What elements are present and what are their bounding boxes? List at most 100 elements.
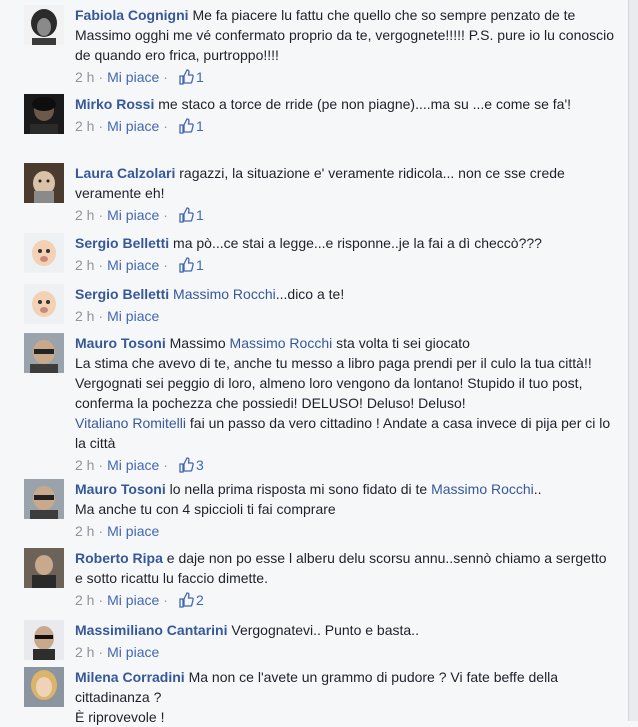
comment-time[interactable]: 2 h: [75, 642, 94, 662]
like-button[interactable]: Mi piace: [107, 642, 159, 662]
separator: ·: [98, 118, 104, 134]
mention-link[interactable]: Vitaliano Romitelli: [75, 415, 186, 431]
avatar[interactable]: [24, 163, 64, 203]
comment-time[interactable]: 2 h: [75, 455, 94, 475]
like-button[interactable]: Mi piace: [107, 306, 159, 326]
like-button[interactable]: Mi piace: [107, 590, 159, 610]
separator: ·: [98, 308, 104, 324]
avatar[interactable]: [24, 5, 64, 45]
comment-body: Laura Calzolari ragazzi, la situazione e…: [75, 163, 615, 225]
comment-meta: 2 h · Mi piace: [75, 521, 615, 541]
comment-body: Mauro Tosoni lo nella prima risposta mi …: [75, 479, 615, 541]
comment-body: Sergio Belletti ma pò...ce stai a legge.…: [75, 233, 615, 275]
like-count-value: 1: [195, 118, 204, 134]
like-count-value: 1: [195, 257, 204, 273]
separator: ·: [163, 207, 168, 223]
comment-body: Roberto Ripa e daje non po esse l alberu…: [75, 548, 615, 610]
like-count[interactable]: 1: [178, 205, 204, 225]
avatar[interactable]: [24, 667, 64, 707]
avatar[interactable]: [24, 333, 64, 373]
like-count-value: 2: [195, 592, 204, 608]
comment-time[interactable]: 2 h: [75, 590, 94, 610]
scrollbar-track[interactable]: [629, 0, 638, 721]
like-button[interactable]: Mi piace: [107, 205, 159, 225]
separator: ·: [98, 592, 104, 608]
comment-text: sta volta ti sei giocato: [336, 335, 470, 351]
comment-time[interactable]: 2 h: [75, 67, 94, 87]
comment-text-paragraph: Ma anche tu con 4 spiccioli ti fai compr…: [75, 501, 336, 517]
avatar-image: [24, 333, 64, 373]
comment-text: Vergognatevi.. Punto e basta..: [231, 622, 419, 638]
avatar-image: [24, 548, 64, 588]
comment-text-suffix: ..: [533, 481, 542, 497]
like-button[interactable]: Mi piace: [107, 116, 159, 136]
mention-link[interactable]: Massimo Rocchi: [230, 335, 333, 351]
mention-link[interactable]: Massimo Rocchi: [173, 286, 276, 302]
comment-author[interactable]: Laura Calzolari: [75, 165, 175, 181]
comment-text-prefix: Massimo: [169, 335, 226, 351]
comment-author[interactable]: Sergio Belletti: [75, 235, 169, 251]
comment-body: Sergio Belletti Massimo Rocchi...dico a …: [75, 284, 615, 326]
comment-text: ma pò...ce stai a legge...e risponne..je…: [173, 235, 542, 251]
like-count[interactable]: 1: [178, 67, 204, 87]
like-count[interactable]: 1: [178, 116, 204, 136]
avatar-image: [24, 163, 64, 203]
avatar-image: [24, 284, 64, 324]
comment-text-paragraph: È riprovevole !: [75, 709, 165, 725]
thumbs-up-icon: [179, 69, 194, 85]
separator: ·: [163, 257, 168, 273]
comment-author[interactable]: Mirko Rossi: [75, 96, 154, 112]
avatar[interactable]: [24, 233, 64, 273]
avatar-image: [24, 5, 64, 45]
avatar-image: [24, 620, 64, 660]
comment-author[interactable]: Sergio Belletti: [75, 286, 169, 302]
comment-time[interactable]: 2 h: [75, 521, 94, 541]
separator: ·: [163, 592, 168, 608]
mention-link[interactable]: Massimo Rocchi: [431, 481, 534, 497]
comment-author[interactable]: Fabiola Cognigni: [75, 7, 189, 23]
thumbs-up-icon: [179, 257, 194, 273]
avatar[interactable]: [24, 94, 64, 134]
avatar[interactable]: [24, 284, 64, 324]
avatar-image: [24, 479, 64, 519]
comment-author[interactable]: Roberto Ripa: [75, 550, 163, 566]
like-button[interactable]: Mi piace: [107, 67, 159, 87]
avatar[interactable]: [24, 479, 64, 519]
avatar-image: [24, 94, 64, 134]
separator: ·: [163, 457, 168, 473]
comment-time[interactable]: 2 h: [75, 116, 94, 136]
comment-text: ...dico a te!: [275, 286, 345, 302]
like-count[interactable]: 1: [178, 255, 204, 275]
comment-time[interactable]: 2 h: [75, 205, 94, 225]
separator: ·: [163, 118, 168, 134]
avatar[interactable]: [24, 620, 64, 660]
thumbs-up-icon: [179, 118, 194, 134]
like-button[interactable]: Mi piace: [107, 255, 159, 275]
comment-meta: 2 h · Mi piace · 1: [75, 67, 615, 87]
comment-body: Massimiliano Cantarini Vergognatevi.. Pu…: [75, 620, 615, 662]
separator: ·: [98, 257, 104, 273]
comment-body: Mauro Tosoni Massimo Massimo Rocchi sta …: [75, 333, 615, 475]
comment-meta: 2 h · Mi piace: [75, 306, 615, 326]
comments-panel: Fabiola Cognigni Me fa piacere lu fattu …: [0, 0, 629, 725]
comment-author[interactable]: Mauro Tosoni: [75, 335, 166, 351]
like-button[interactable]: Mi piace: [107, 521, 159, 541]
comment-time[interactable]: 2 h: [75, 306, 94, 326]
comment-body: Mirko Rossi me staco a torce de rride (p…: [75, 94, 615, 136]
separator: ·: [98, 644, 104, 660]
like-button[interactable]: Mi piace: [107, 455, 159, 475]
comment-meta: 2 h · Mi piace · 1: [75, 255, 615, 275]
separator: ·: [98, 69, 104, 85]
like-count[interactable]: 2: [178, 590, 204, 610]
like-count[interactable]: 3: [178, 455, 204, 475]
comment-author[interactable]: Massimiliano Cantarini: [75, 622, 227, 638]
comment-time[interactable]: 2 h: [75, 255, 94, 275]
comment-meta: 2 h · Mi piace · 2: [75, 590, 615, 610]
comment-meta: 2 h · Mi piace · 1: [75, 205, 615, 225]
comment-body: Milena Corradini Ma non ce l'avete un gr…: [75, 667, 615, 727]
comment-author[interactable]: Mauro Tosoni: [75, 481, 166, 497]
comment-author[interactable]: Milena Corradini: [75, 669, 185, 685]
avatar-image: [24, 233, 64, 273]
thumbs-up-icon: [179, 457, 194, 473]
avatar[interactable]: [24, 548, 64, 588]
